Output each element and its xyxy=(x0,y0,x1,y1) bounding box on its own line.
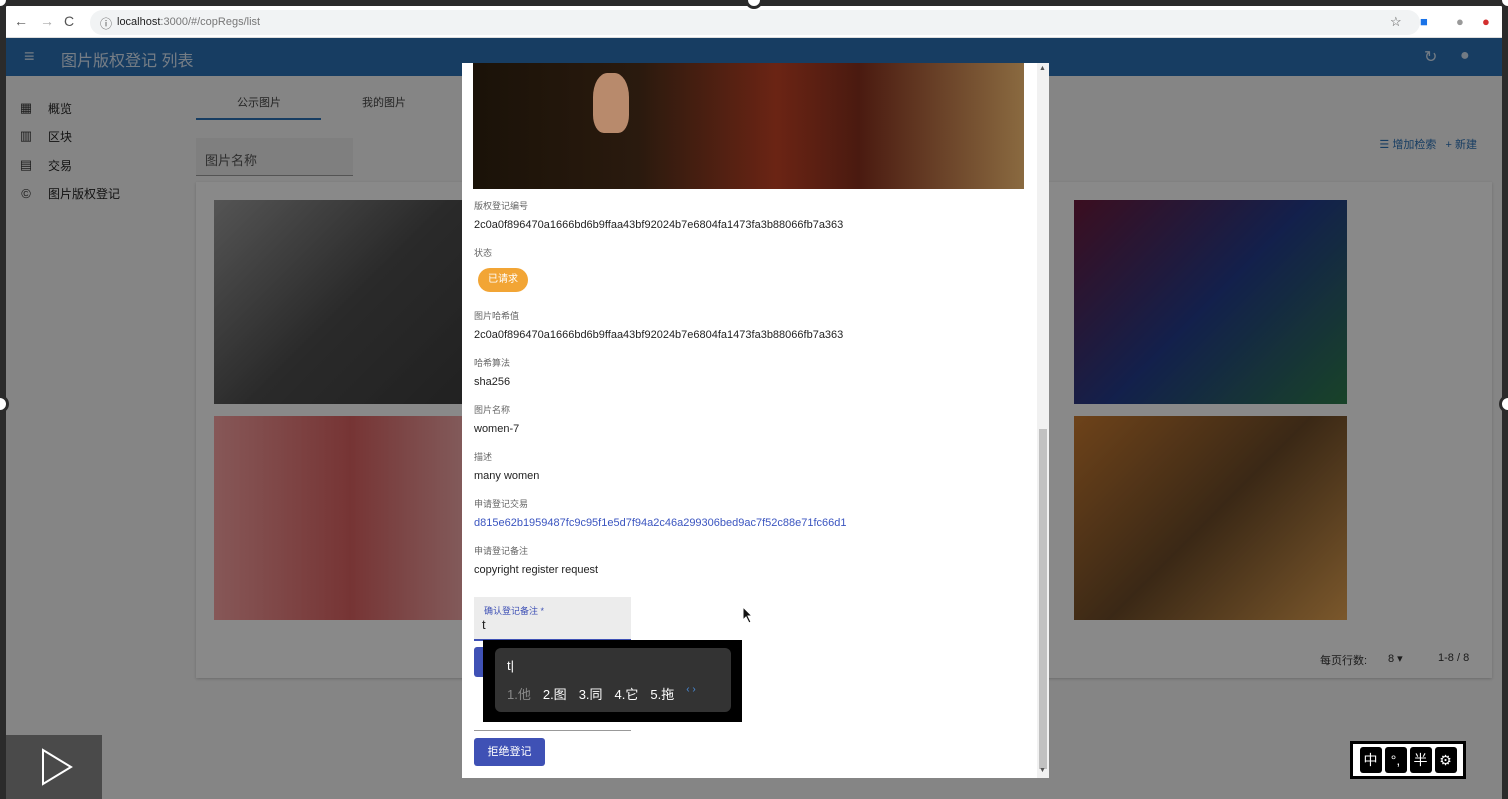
field-label: 图片名称 xyxy=(474,405,511,415)
ime-candidate[interactable]: 5.拖 xyxy=(650,684,674,703)
url-text: localhost:3000/#/copRegs/list xyxy=(117,16,261,28)
play-icon xyxy=(42,748,73,786)
extension-icon[interactable]: ■ xyxy=(1420,14,1428,29)
extension-red-icon[interactable]: ● xyxy=(1482,14,1490,29)
confirm-note-value: t xyxy=(482,617,486,632)
scroll-thumb[interactable] xyxy=(1039,429,1047,769)
reload-icon[interactable]: C xyxy=(64,13,74,29)
hash-algorithm: sha256 xyxy=(474,376,511,388)
ime-mode-chinese[interactable]: 中 xyxy=(1359,747,1382,773)
address-bar[interactable]: ⓘ localhost:3000/#/copRegs/list xyxy=(90,10,1420,35)
request-transaction-link[interactable]: d815e62b1959487fc9c95f1e5d7f94a2c46a2993… xyxy=(474,517,847,529)
field-label: 版权登记编号 xyxy=(474,201,529,211)
registration-id: 2c0a0f896470a1666bd6b9ffaa43bf92024b7e68… xyxy=(474,219,844,231)
reject-button[interactable]: 拒绝登记 xyxy=(474,738,545,766)
info-icon[interactable]: ⓘ xyxy=(100,15,112,32)
ime-candidate[interactable]: 1.他 xyxy=(507,684,531,703)
request-note: copyright register request xyxy=(474,564,599,576)
image-preview xyxy=(473,63,1024,189)
field-label: 状态 xyxy=(474,248,493,258)
dialog-scrollbar[interactable]: ▲ ▼ xyxy=(1037,63,1049,778)
field-label: 描述 xyxy=(474,452,493,462)
field-label: 图片哈希值 xyxy=(474,311,520,321)
image-hash: 2c0a0f896470a1666bd6b9ffaa43bf92024b7e68… xyxy=(474,329,844,341)
description: many women xyxy=(474,470,540,482)
ime-candidate[interactable]: 3.同 xyxy=(579,684,603,703)
bookmark-star-icon[interactable]: ☆ xyxy=(1390,14,1402,30)
scroll-up-icon[interactable]: ▲ xyxy=(1039,65,1046,72)
field-label: 申请登记备注 xyxy=(474,546,529,556)
mouse-cursor-icon xyxy=(742,606,754,624)
ime-candidate[interactable]: 4.它 xyxy=(615,684,639,703)
ime-punctuation[interactable]: °, xyxy=(1384,747,1407,773)
ime-page-arrows-icon[interactable]: ‹ › xyxy=(686,684,695,703)
ime-settings-icon[interactable]: ⚙ xyxy=(1434,747,1457,773)
field-label: 申请登记交易 xyxy=(474,499,529,509)
confirm-note-label: 确认登记备注 * xyxy=(484,606,545,616)
ime-status-bar: 中 °, 半 ⚙ xyxy=(1350,741,1466,779)
ime-candidate-window: t| 1.他 2.图 3.同 4.它 5.拖 ‹ › xyxy=(483,640,742,722)
play-button[interactable] xyxy=(6,735,102,799)
ime-half-width[interactable]: 半 xyxy=(1409,747,1432,773)
profile-icon[interactable]: ● xyxy=(1456,14,1464,29)
image-name: women-7 xyxy=(474,423,520,435)
back-icon[interactable]: ← xyxy=(14,13,28,29)
status-badge: 已请求 xyxy=(478,268,528,292)
ime-composition: t| xyxy=(507,658,514,673)
browser-toolbar: ← → C ⓘ localhost:3000/#/copRegs/list ☆ … xyxy=(6,6,1502,38)
field-label: 哈希算法 xyxy=(474,358,511,368)
scroll-down-icon[interactable]: ▼ xyxy=(1039,767,1046,774)
forward-icon[interactable]: → xyxy=(40,13,54,29)
confirm-note-input[interactable]: 确认登记备注 * t xyxy=(474,597,631,641)
ime-candidate[interactable]: 2.图 xyxy=(543,684,567,703)
